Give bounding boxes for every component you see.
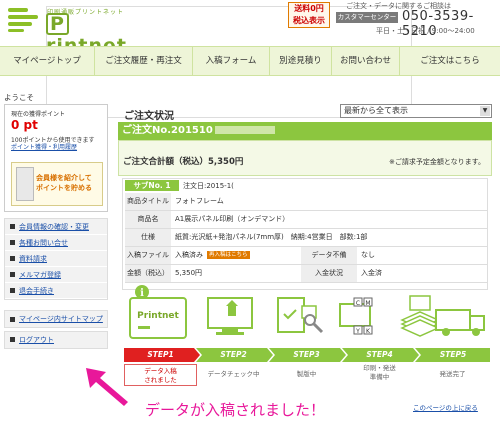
order-total-note: ※ご請求予定金額となります。 — [389, 158, 485, 166]
nav-mypage-top[interactable]: マイページトップ — [0, 47, 95, 75]
free-shipping-badge: 送料0円 税込表示 — [288, 2, 330, 28]
logo-mark-icon — [8, 8, 42, 32]
cmyk-plate-icon: C M Y K — [339, 297, 373, 335]
logout-box: ログアウト — [4, 331, 108, 349]
step-label: 印刷・発送 準備中 — [363, 364, 396, 381]
site-header: 印刷通販プリントネット Printnet 送料0円 税込表示 ご注文・データに関… — [0, 0, 500, 118]
row-header: 仕様 — [125, 229, 171, 246]
step-label: データチェック中 — [207, 370, 260, 378]
back-to-top-link[interactable]: このページの上に戻る — [413, 402, 478, 412]
row-header: 商品タイトル — [125, 193, 171, 210]
sidebar-item-member-info[interactable]: 会員情報の確認・変更 — [5, 219, 107, 235]
row-value: フォトフレーム — [175, 197, 224, 205]
row-value: 5,350円 — [175, 269, 203, 277]
progress-steps: STEP1 STEP2 STEP3 STEP4 STEP5 — [124, 348, 490, 362]
row-header: 入稿ファイル — [125, 247, 171, 264]
upload-monitor-icon — [207, 297, 253, 335]
table-row: 入稿ファイル 入稿済み 再入稿はこちら データ不備 なし — [125, 247, 487, 265]
workflow-illustration: i Printnet C M Y K — [118, 284, 492, 346]
order-status-panel: ご注文状況 最新から全て表示 ▼ ご注文No.201510 ご注文合計額（税込）… — [118, 104, 496, 428]
row-value: なし — [361, 251, 375, 259]
table-row: 商品タイトル フォトフレーム — [125, 193, 487, 211]
sidebar: ようこそ 現在の獲得ポイント 0 pt 100ポイントから使用できます ポイント… — [0, 90, 112, 350]
welcome-text: ようこそ — [4, 93, 34, 102]
sub-order-header: サブNo. 1 注文日:2015-1( — [123, 179, 487, 192]
points-box: 現在の獲得ポイント 0 pt 100ポイントから使用できます ポイント獲得・利用… — [4, 104, 108, 212]
step-label: 発送完了 — [439, 370, 466, 378]
sitemap-box: マイページ内サイトマップ — [4, 310, 108, 328]
logout-link[interactable]: ログアウト — [5, 332, 107, 348]
pointer-arrow-icon — [86, 368, 128, 406]
sidebar-item-inquiry[interactable]: 各種お問い合せ — [5, 235, 107, 251]
svg-text:Printnet: Printnet — [137, 311, 179, 321]
step-1: STEP1 — [147, 350, 174, 359]
order-total: ご注文合計額（税込）5,350円 — [123, 157, 244, 167]
points-history-link[interactable]: ポイント獲得・利用履歴 — [11, 142, 77, 151]
sub-order-number: サブNo. 1 — [125, 180, 179, 191]
row-value: 入金済 — [361, 269, 382, 277]
person-icon — [16, 167, 34, 201]
sidebar-item-newsletter[interactable]: メルマガ登録 — [5, 267, 107, 283]
data-check-icon — [277, 297, 324, 334]
step-3: STEP3 — [293, 350, 320, 359]
referral-text: 会員様を紹介して ポイントを貯める — [36, 174, 92, 192]
nav-quote[interactable]: 別途見積り — [270, 47, 332, 75]
row-header: 入金状況 — [301, 265, 357, 282]
step-labels: データ入稿 されました データチェック中 製版中 印刷・発送 準備中 発送完了 — [124, 364, 490, 388]
svg-text:Y: Y — [355, 328, 360, 335]
order-date: 注文日:2015-1( — [183, 182, 234, 190]
nav-order-history[interactable]: ご注文履歴・再注文 — [95, 47, 193, 75]
row-header: 商品名 — [125, 211, 171, 228]
page-title: ご注文状況 — [124, 111, 174, 122]
order-detail-table: 商品タイトル フォトフレーム 商品名 A1展示パネル印刷（オンデマンド） 仕様 … — [125, 193, 487, 283]
main-nav: マイページトップ ご注文履歴・再注文 入稿フォーム 別途見積り お問い合わせ ご… — [0, 46, 500, 76]
referral-banner[interactable]: 会員様を紹介して ポイントを貯める — [11, 162, 103, 206]
table-row: 仕様 紙質:光沢紙+発泡パネル(7mm厚) 納期:4営業日 部数:1部 — [125, 229, 487, 247]
table-row: 商品名 A1展示パネル印刷（オンデマンド） — [125, 211, 487, 229]
print-stack-icon — [400, 295, 440, 337]
order-total-box: ご注文合計額（税込）5,350円 ※ご請求予定金額となります。 — [118, 140, 492, 176]
workflow-icons: i Printnet C M Y K — [129, 285, 485, 339]
step-5: STEP5 — [439, 350, 467, 359]
row-value: 入稿済み 再入稿はこちら — [175, 251, 250, 259]
points-value: 0 pt — [11, 118, 38, 132]
nav-upload-form[interactable]: 入稿フォーム — [193, 47, 270, 75]
order-number-header: ご注文No.201510 — [118, 122, 492, 140]
row-value: A1展示パネル印刷（オンデマンド） — [175, 215, 290, 223]
printnet-box-icon: Printnet — [129, 297, 187, 339]
printnet-logo[interactable]: 印刷通販プリントネット Printnet — [8, 4, 412, 118]
nav-contact[interactable]: お問い合わせ — [332, 47, 400, 75]
masked-order-number — [214, 126, 275, 134]
business-hours: 平日・土・日祝 / 9:00〜24:00 — [376, 27, 475, 35]
chevron-down-icon: ▼ — [480, 106, 490, 116]
filter-select[interactable]: 最新から全て表示 ▼ — [340, 104, 492, 118]
step-label-current: データ入稿 されました — [124, 364, 197, 386]
nav-order[interactable]: ご注文はこちら — [400, 47, 500, 75]
step-2: STEP2 — [220, 350, 247, 359]
svg-text:C: C — [356, 300, 360, 307]
table-row: 金額（税込） 5,350円 入金状況 入金済 — [125, 265, 487, 283]
row-header: データ不備 — [301, 247, 357, 264]
row-value: 紙質:光沢紙+発泡パネル(7mm厚) 納期:4営業日 部数:1部 — [175, 233, 368, 241]
svg-text:M: M — [365, 300, 370, 307]
sub-order-box: サブNo. 1 注文日:2015-1( 商品タイトル フォトフレーム 商品名 A… — [122, 178, 488, 290]
annotation-text: データが入稿されました！ — [145, 401, 326, 419]
reupload-button[interactable]: 再入稿はこちら — [207, 251, 250, 259]
sidebar-item-withdraw[interactable]: 退会手続き — [5, 283, 107, 299]
sidebar-item-brochure[interactable]: 資料請求 — [5, 251, 107, 267]
call-center-label: カスタマーセンター — [336, 12, 398, 23]
step-label: 製版中 — [296, 370, 317, 378]
row-header: 金額（税込） — [125, 265, 171, 282]
points-label: 現在の獲得ポイント — [11, 111, 66, 118]
contact-info: ご注文・データに関するご相談は カスタマーセンター 050-3539-5210 … — [336, 1, 500, 39]
sidebar-menu: 会員情報の確認・変更 各種お問い合せ 資料請求 メルマガ登録 退会手続き — [4, 218, 108, 300]
sidebar-item-sitemap[interactable]: マイページ内サイトマップ — [5, 311, 107, 327]
info-icon: i — [135, 285, 149, 299]
step-4: STEP4 — [366, 350, 393, 359]
delivery-truck-icon — [435, 309, 485, 336]
